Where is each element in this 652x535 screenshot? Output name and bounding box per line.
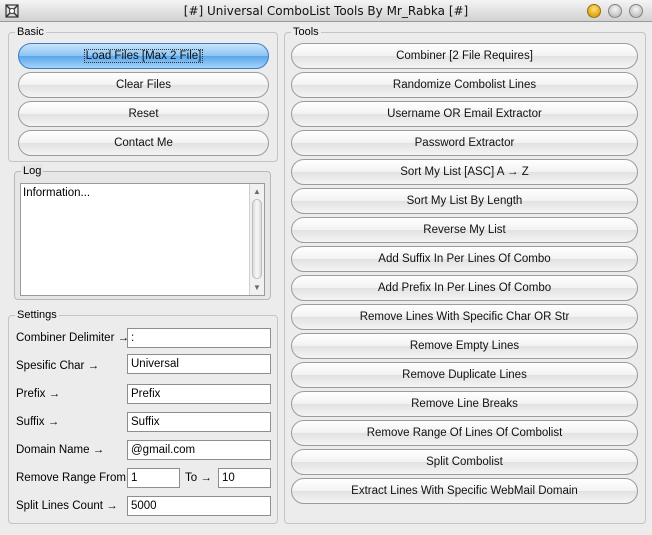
- load-files-button[interactable]: Load Files [Max 2 File]: [18, 43, 269, 69]
- scroll-thumb[interactable]: [252, 199, 262, 279]
- reverse-list-button[interactable]: Reverse My List: [291, 217, 638, 243]
- split-lines-label: Split Lines Count →: [16, 500, 118, 512]
- basic-legend: Basic: [15, 25, 46, 39]
- log-textarea[interactable]: Information... ▲ ▼: [20, 183, 265, 296]
- split-combolist-button[interactable]: Split Combolist: [291, 449, 638, 475]
- randomize-lines-button[interactable]: Randomize Combolist Lines: [291, 72, 638, 98]
- split-lines-input[interactable]: 5000: [127, 496, 271, 516]
- remove-specific-lines-button[interactable]: Remove Lines With Specific Char OR Str: [291, 304, 638, 330]
- remove-range-to-input[interactable]: 10: [218, 468, 271, 488]
- settings-legend: Settings: [15, 308, 59, 322]
- remove-range-lines-button[interactable]: Remove Range Of Lines Of Combolist: [291, 420, 638, 446]
- remove-range-from-input[interactable]: 1: [127, 468, 180, 488]
- log-text: Information...: [23, 187, 91, 199]
- remove-range-to-label: To →: [185, 472, 212, 484]
- remove-line-breaks-button[interactable]: Remove Line Breaks: [291, 391, 638, 417]
- username-email-extractor-button[interactable]: Username OR Email Extractor: [291, 101, 638, 127]
- remove-empty-lines-button[interactable]: Remove Empty Lines: [291, 333, 638, 359]
- remove-duplicate-lines-button[interactable]: Remove Duplicate Lines: [291, 362, 638, 388]
- close-icon[interactable]: [629, 4, 643, 18]
- scroll-down-icon[interactable]: ▼: [253, 283, 261, 292]
- specific-char-input[interactable]: Universal: [127, 354, 271, 374]
- window-title: [#] Universal ComboList Tools By Mr_Rabk…: [183, 4, 469, 18]
- sort-by-length-button[interactable]: Sort My List By Length: [291, 188, 638, 214]
- prefix-label: Prefix →: [16, 388, 61, 400]
- add-suffix-button[interactable]: Add Suffix In Per Lines Of Combo: [291, 246, 638, 272]
- sort-asc-button[interactable]: Sort My List [ASC] A → Z: [291, 159, 638, 185]
- tools-legend: Tools: [291, 25, 321, 39]
- reset-button[interactable]: Reset: [18, 101, 269, 127]
- suffix-input[interactable]: Suffix: [127, 412, 271, 432]
- extract-webmail-domain-button[interactable]: Extract Lines With Specific WebMail Doma…: [291, 478, 638, 504]
- suffix-label: Suffix →: [16, 416, 60, 428]
- add-prefix-button[interactable]: Add Prefix In Per Lines Of Combo: [291, 275, 638, 301]
- clear-files-button[interactable]: Clear Files: [18, 72, 269, 98]
- log-scrollbar[interactable]: ▲ ▼: [249, 184, 264, 295]
- prefix-input[interactable]: Prefix: [127, 384, 271, 404]
- remove-range-label: Remove Range From :: [16, 472, 133, 484]
- zoom-icon[interactable]: [608, 4, 622, 18]
- password-extractor-button[interactable]: Password Extractor: [291, 130, 638, 156]
- domain-name-input[interactable]: @gmail.com: [127, 440, 271, 460]
- log-legend: Log: [21, 164, 44, 178]
- scroll-up-icon[interactable]: ▲: [253, 187, 261, 196]
- minimize-icon[interactable]: [587, 4, 601, 18]
- domain-name-label: Domain Name →: [16, 444, 105, 456]
- contact-me-button[interactable]: Contact Me: [18, 130, 269, 156]
- title-bar[interactable]: [#] Universal ComboList Tools By Mr_Rabk…: [0, 0, 652, 22]
- load-files-label: Load Files [Max 2 File]: [83, 49, 204, 63]
- combiner-button[interactable]: Combiner [2 File Requires]: [291, 43, 638, 69]
- combiner-delimiter-input[interactable]: :: [127, 328, 271, 348]
- specific-char-label: Spesific Char →: [16, 360, 100, 372]
- combiner-delimiter-label: Combiner Delimiter →: [16, 332, 130, 344]
